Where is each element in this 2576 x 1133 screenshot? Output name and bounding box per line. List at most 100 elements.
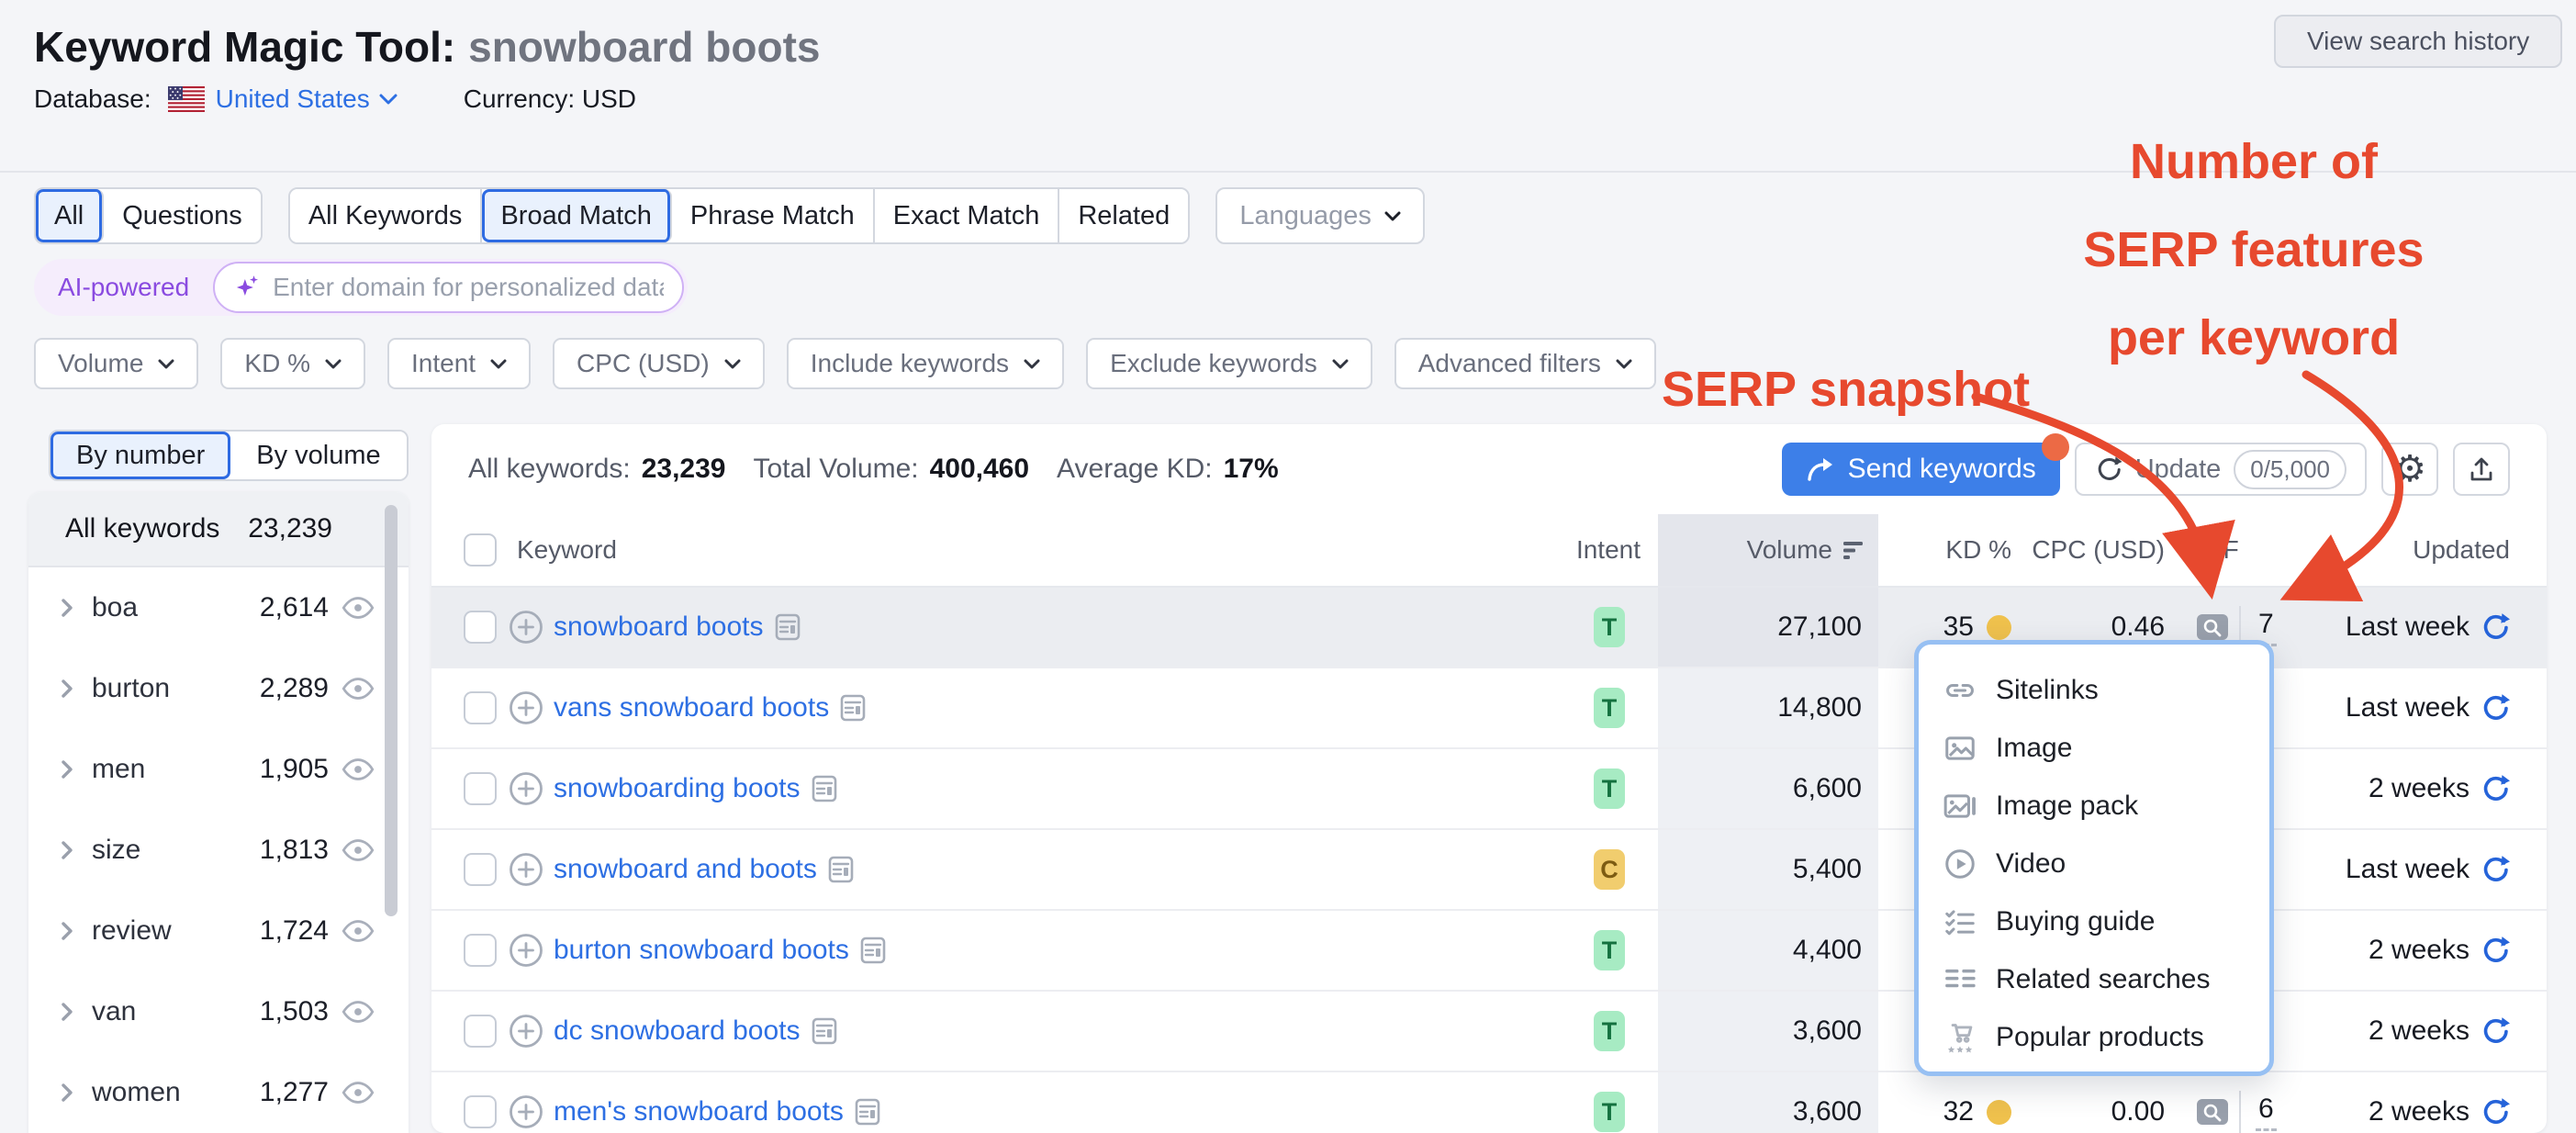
languages-dropdown[interactable]: Languages	[1215, 187, 1425, 244]
tab[interactable]: Exact Match	[875, 189, 1060, 242]
serp-feature-image[interactable]: Image	[1919, 719, 2269, 777]
row-checkbox[interactable]	[464, 853, 497, 886]
settings-button[interactable]: ⚙	[2381, 443, 2438, 496]
serp-card-icon[interactable]	[855, 1097, 880, 1127]
serp-feature-video[interactable]: Video	[1919, 835, 2269, 892]
view-search-history-button[interactable]: View search history	[2274, 15, 2562, 68]
domain-input[interactable]	[273, 273, 664, 302]
refresh-row-icon[interactable]	[2481, 774, 2510, 803]
header-updated[interactable]: Updated	[2313, 535, 2510, 565]
tab[interactable]: Phrase Match	[672, 189, 875, 242]
filter-dropdown[interactable]: CPC (USD)	[553, 338, 765, 389]
serp-feature-sitelinks[interactable]: Sitelinks	[1919, 661, 2269, 719]
intent-badge[interactable]: C	[1594, 849, 1625, 890]
all-keywords-row[interactable]: All keywords 23,239	[28, 492, 409, 567]
tab-by-volume[interactable]: By volume	[230, 432, 406, 479]
keyword-link[interactable]: snowboard boots	[554, 611, 764, 643]
sf-count[interactable]: 6	[2256, 1094, 2277, 1131]
refresh-row-icon[interactable]	[2481, 693, 2510, 723]
serp-feature-popular-products[interactable]: Popular products	[1919, 1008, 2269, 1066]
serp-feature-image-pack[interactable]: Image pack	[1919, 777, 2269, 835]
keyword-group-item[interactable]: women 1,277	[28, 1052, 409, 1133]
serp-feature-buying-guide[interactable]: Buying guide	[1919, 892, 2269, 950]
select-all-checkbox[interactable]	[464, 533, 497, 566]
filter-dropdown[interactable]: Volume	[34, 338, 198, 389]
eye-icon[interactable]	[342, 596, 375, 620]
intent-badge[interactable]: T	[1594, 607, 1625, 647]
serp-snapshot-icon[interactable]	[2197, 1099, 2228, 1125]
keyword-group-item[interactable]: men 1,905	[28, 729, 409, 810]
eye-icon[interactable]	[342, 677, 375, 701]
intent-badge[interactable]: T	[1594, 688, 1625, 728]
row-checkbox[interactable]	[464, 934, 497, 967]
header-intent[interactable]: Intent	[1401, 514, 1658, 586]
serp-card-icon[interactable]	[840, 693, 866, 723]
row-checkbox[interactable]	[464, 691, 497, 724]
intent-badge[interactable]: T	[1594, 930, 1625, 970]
refresh-row-icon[interactable]	[2481, 612, 2510, 642]
eye-icon[interactable]	[342, 757, 375, 781]
tab[interactable]: Broad Match	[482, 189, 671, 242]
intent-badge[interactable]: T	[1594, 1092, 1625, 1132]
keyword-link[interactable]: snowboard and boots	[554, 854, 817, 885]
refresh-row-icon[interactable]	[2481, 1016, 2510, 1046]
keyword-group-item[interactable]: burton 2,289	[28, 648, 409, 729]
send-keywords-button[interactable]: Send keywords	[1782, 443, 2060, 496]
refresh-row-icon[interactable]	[2481, 936, 2510, 965]
row-checkbox[interactable]	[464, 1095, 497, 1128]
serp-card-icon[interactable]	[860, 936, 886, 965]
intent-badge[interactable]: T	[1594, 768, 1625, 809]
refresh-row-icon[interactable]	[2481, 1097, 2510, 1127]
intent-badge[interactable]: T	[1594, 1011, 1625, 1051]
header-sf[interactable]: SF	[2165, 514, 2313, 586]
serp-card-icon[interactable]	[828, 855, 854, 884]
keyword-link[interactable]: men's snowboard boots	[554, 1096, 844, 1127]
filter-dropdown[interactable]: Include keywords	[787, 338, 1064, 389]
tab[interactable]: All Keywords	[290, 189, 483, 242]
keyword-group-item[interactable]: size 1,813	[28, 810, 409, 891]
header-kd[interactable]: KD %	[1878, 535, 2011, 565]
add-keyword-icon[interactable]	[508, 932, 544, 969]
keyword-group-item[interactable]: review 1,724	[28, 891, 409, 971]
filter-dropdown[interactable]: Exclude keywords	[1086, 338, 1372, 389]
row-checkbox[interactable]	[464, 1015, 497, 1048]
keyword-group-item[interactable]: van 1,503	[28, 971, 409, 1052]
add-keyword-icon[interactable]	[508, 609, 544, 645]
serp-card-icon[interactable]	[775, 612, 801, 642]
keyword-link[interactable]: burton snowboard boots	[554, 935, 849, 966]
keyword-cell: snowboard boots	[464, 609, 1401, 645]
serp-card-icon[interactable]	[812, 1016, 837, 1046]
keyword-link[interactable]: dc snowboard boots	[554, 1015, 801, 1047]
eye-icon[interactable]	[342, 1081, 375, 1105]
header-cpc[interactable]: CPC (USD)	[2011, 535, 2165, 565]
serp-feature-related-searches[interactable]: Related searches	[1919, 950, 2269, 1008]
add-keyword-icon[interactable]	[508, 1094, 544, 1130]
update-button[interactable]: Update 0/5,000	[2075, 443, 2367, 496]
refresh-row-icon[interactable]	[2481, 855, 2510, 884]
row-checkbox[interactable]	[464, 611, 497, 644]
serp-snapshot-icon[interactable]	[2197, 614, 2228, 640]
tab[interactable]: All	[36, 189, 104, 242]
export-button[interactable]	[2453, 443, 2510, 496]
filter-dropdown[interactable]: Intent	[387, 338, 531, 389]
sidebar-scrollbar[interactable]	[385, 505, 398, 916]
eye-icon[interactable]	[342, 919, 375, 943]
filter-dropdown[interactable]: KD %	[220, 338, 365, 389]
tab-by-number[interactable]: By number	[50, 432, 230, 479]
serp-card-icon[interactable]	[812, 774, 837, 803]
keyword-group-item[interactable]: boa 2,614	[28, 567, 409, 648]
filter-dropdown[interactable]: Advanced filters	[1394, 338, 1656, 389]
eye-icon[interactable]	[342, 1000, 375, 1024]
add-keyword-icon[interactable]	[508, 770, 544, 807]
database-selector[interactable]: United States	[216, 84, 398, 114]
tab[interactable]: Related	[1059, 189, 1188, 242]
row-checkbox[interactable]	[464, 772, 497, 805]
keyword-link[interactable]: vans snowboard boots	[554, 692, 829, 724]
add-keyword-icon[interactable]	[508, 690, 544, 726]
tab[interactable]: Questions	[104, 189, 261, 242]
add-keyword-icon[interactable]	[508, 1013, 544, 1049]
add-keyword-icon[interactable]	[508, 851, 544, 888]
keyword-link[interactable]: snowboarding boots	[554, 773, 801, 804]
header-volume[interactable]: Volume	[1658, 514, 1878, 586]
eye-icon[interactable]	[342, 838, 375, 862]
